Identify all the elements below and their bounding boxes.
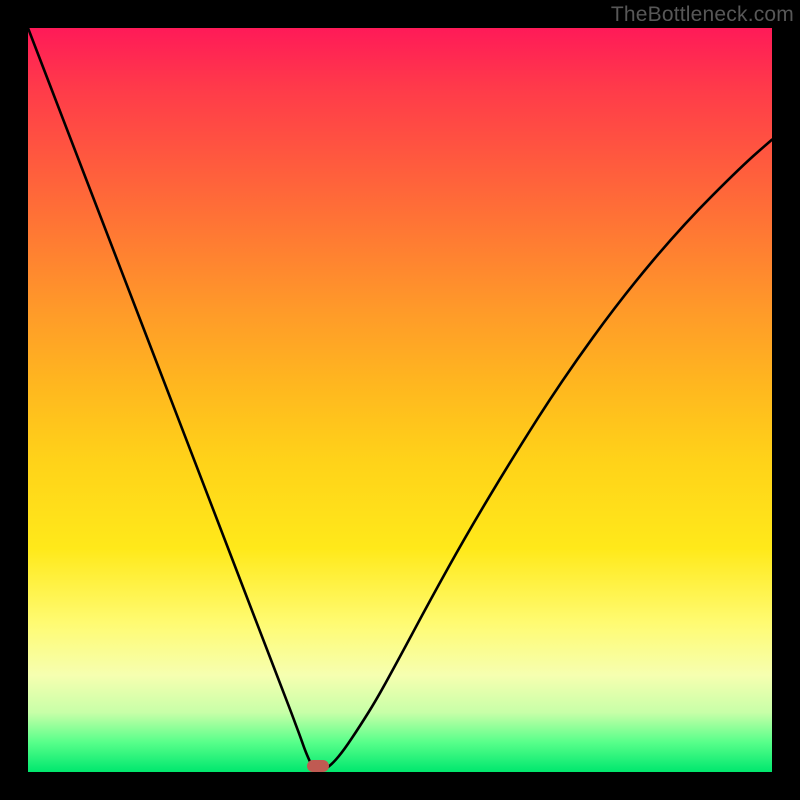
chart-frame: TheBottleneck.com bbox=[0, 0, 800, 800]
plot-area bbox=[28, 28, 772, 772]
watermark: TheBottleneck.com bbox=[611, 3, 794, 27]
minimum-marker bbox=[307, 760, 329, 772]
bottleneck-curve bbox=[28, 28, 772, 772]
